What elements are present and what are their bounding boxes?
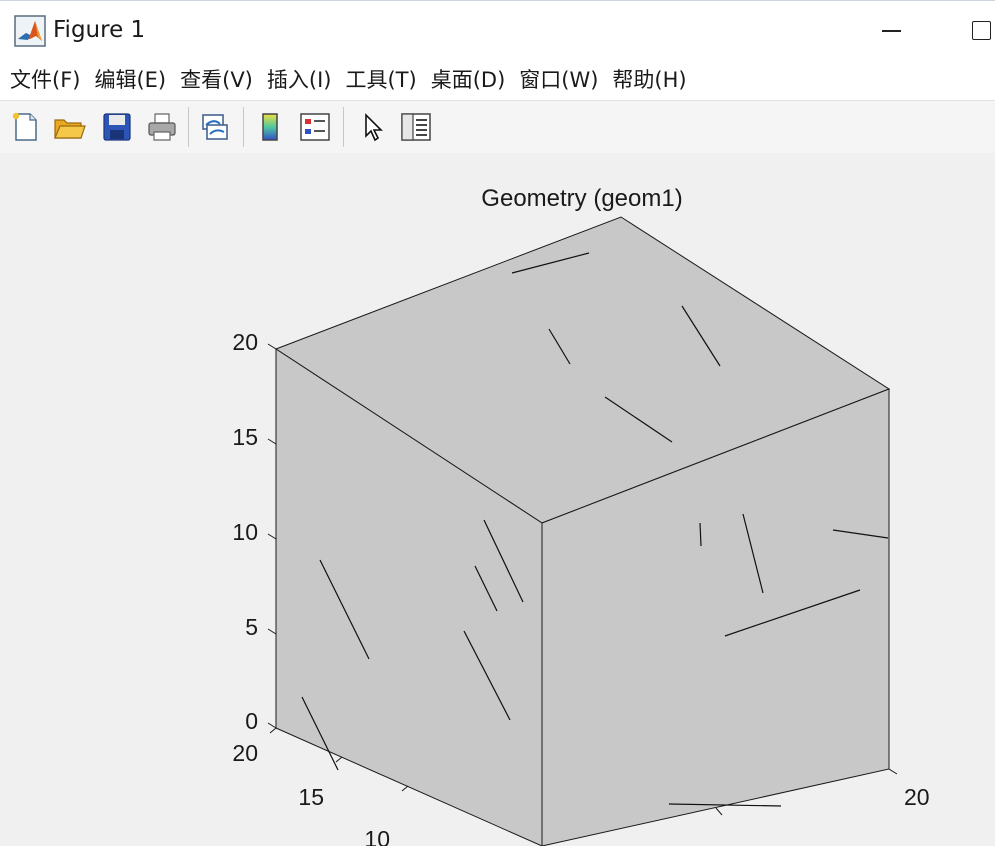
x-tick-mark: [269, 727, 277, 734]
legend-icon[interactable]: [298, 110, 332, 144]
x-tick-label: 20: [232, 740, 258, 766]
z-tick-label: 15: [232, 424, 258, 450]
z-tick-label: 5: [245, 614, 258, 640]
figure-toolbar: [0, 100, 995, 154]
pointer-icon[interactable]: [355, 110, 389, 144]
window-titlebar: Figure 1: [0, 0, 995, 61]
link-plot-icon[interactable]: [198, 110, 232, 144]
colorbar-icon[interactable]: [253, 110, 287, 144]
matlab-logo-icon: [14, 15, 46, 47]
y-tick-label: 20: [904, 784, 930, 810]
save-icon[interactable]: [100, 110, 134, 144]
menu-view[interactable]: 查看(V): [176, 60, 257, 100]
y-tick-mark: [888, 768, 898, 775]
minimize-button[interactable]: [874, 15, 908, 47]
z-tick-mark: [267, 722, 277, 729]
menu-tools[interactable]: 工具(T): [341, 60, 420, 100]
menu-insert[interactable]: 插入(I): [263, 60, 336, 100]
z-tick-label: 10: [232, 519, 258, 545]
x-tick-label: 10: [364, 826, 390, 846]
menu-file[interactable]: 文件(F): [6, 60, 84, 100]
z-tick-mark: [267, 628, 277, 635]
plot-area: Geometry (geom1) 20 15 10 5 0 20 15 10 2…: [0, 153, 995, 846]
y-tick-mark: [715, 807, 723, 816]
menu-help[interactable]: 帮助(H): [608, 60, 690, 100]
z-tick-mark: [267, 438, 277, 445]
z-tick-mark: [267, 533, 277, 540]
toolbar-separator: [343, 107, 344, 147]
toolbar-separator: [243, 107, 244, 147]
new-figure-icon[interactable]: [8, 110, 42, 144]
menu-window[interactable]: 窗口(W): [515, 60, 602, 100]
x-tick-mark: [401, 785, 409, 792]
x-tick-mark: [335, 756, 343, 763]
open-folder-icon[interactable]: [52, 110, 86, 144]
z-tick-label: 0: [245, 708, 258, 734]
print-icon[interactable]: [145, 110, 179, 144]
menu-bar: 文件(F) 编辑(E) 查看(V) 插入(I) 工具(T) 桌面(D) 窗口(W…: [0, 60, 995, 100]
property-inspector-icon[interactable]: [399, 110, 433, 144]
chart-title: Geometry (geom1): [481, 185, 682, 212]
menu-edit[interactable]: 编辑(E): [90, 60, 170, 100]
z-tick-mark: [267, 343, 277, 350]
window-title: Figure 1: [53, 17, 146, 43]
maximize-button[interactable]: [962, 15, 995, 47]
z-axis: [267, 343, 277, 729]
menu-desktop[interactable]: 桌面(D): [427, 60, 510, 100]
geometry-plot[interactable]: Geometry (geom1) 20 15 10 5 0 20 15 10 2…: [0, 153, 995, 846]
toolbar-separator: [188, 107, 189, 147]
x-tick-label: 15: [298, 784, 324, 810]
z-tick-label: 20: [232, 329, 258, 355]
